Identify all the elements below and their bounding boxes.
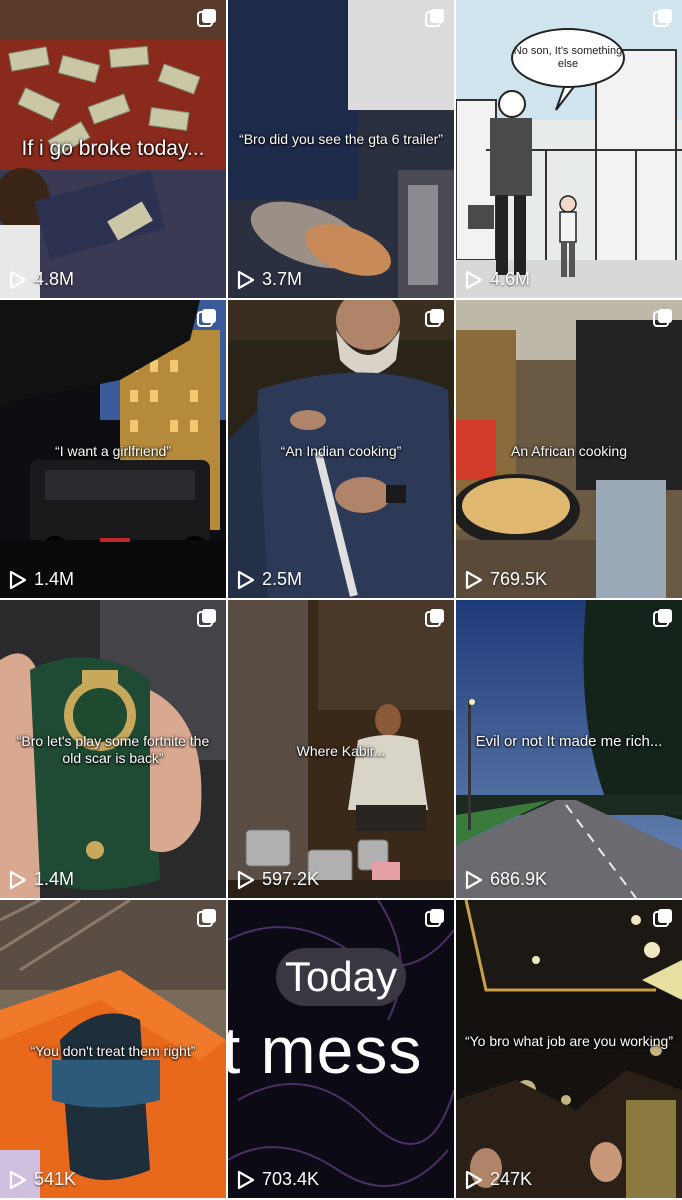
play-icon	[465, 870, 483, 889]
reel-tile[interactable]: Evil or not It made me rich... 686.9K	[456, 600, 682, 898]
view-count: 4.8M	[9, 269, 74, 290]
reel-caption: “Bro did you see the gta 6 trailer”	[239, 131, 443, 147]
reel-caption: “Yo bro what job are you working”	[464, 1033, 674, 1049]
view-count: 769.5K	[465, 569, 547, 590]
carousel-icon	[425, 9, 444, 27]
carousel-icon	[653, 609, 672, 627]
view-count-value: 2.5M	[262, 569, 303, 589]
view-count: 597.2K	[237, 869, 319, 890]
play-icon	[237, 570, 255, 589]
view-count: 703.4K	[237, 1169, 319, 1190]
reel-tile[interactable]: “Bro did you see the gta 6 trailer” 3.7M	[228, 0, 454, 298]
reel-tile[interactable]: “I want a girlfriend” 1.4M	[0, 300, 226, 598]
reel-tile[interactable]: Where Kabir... 597.2K	[228, 600, 454, 898]
speech-bubble: No son, It's something else	[511, 28, 625, 88]
carousel-icon	[425, 609, 444, 627]
reels-grid: If i go broke today... 4.8M “Bro did you…	[0, 0, 682, 1200]
view-count-value: 541K	[34, 1169, 77, 1189]
carousel-icon	[197, 9, 216, 27]
view-count: 3.7M	[237, 269, 302, 290]
play-icon	[237, 1170, 255, 1189]
view-count-value: 1.4M	[34, 569, 75, 589]
view-count-value: 597.2K	[262, 869, 320, 889]
play-icon	[237, 270, 255, 289]
play-icon	[465, 570, 483, 589]
overlay-pill: Today	[276, 948, 406, 1006]
play-icon	[9, 1170, 27, 1189]
reel-caption: “I want a girlfriend”	[55, 443, 171, 459]
view-count: 541K	[9, 1169, 76, 1190]
view-count: 1.4M	[9, 869, 74, 890]
reel-caption: Where Kabir...	[296, 743, 386, 759]
reel-tile[interactable]: An African cooking 769.5K	[456, 300, 682, 598]
thumbnail-shoes	[228, 0, 454, 298]
play-icon	[9, 870, 27, 889]
carousel-icon	[197, 609, 216, 627]
reel-caption: An African cooking	[511, 443, 627, 459]
reel-tile[interactable]: “An Indian cooking” 2.5M	[228, 300, 454, 598]
reel-tile[interactable]: Today t mess 703.4K	[228, 900, 454, 1198]
reel-tile[interactable]: “You don't treat them right” 541K	[0, 900, 226, 1198]
carousel-icon	[197, 909, 216, 927]
reel-caption: If i go broke today...	[21, 137, 205, 160]
overlay-text: t mess	[228, 1013, 423, 1087]
carousel-icon	[197, 309, 216, 327]
carousel-icon	[425, 309, 444, 327]
view-count-value: 3.7M	[262, 269, 303, 289]
reel-tile[interactable]: No son, It's something else 4.6M	[456, 0, 682, 298]
play-icon	[9, 270, 27, 289]
view-count-value: 686.9K	[490, 869, 548, 889]
reel-caption: “Bro let's play some fortnite the old sc…	[16, 733, 210, 766]
play-icon	[9, 570, 27, 589]
view-count: 247K	[465, 1169, 532, 1190]
view-count-value: 247K	[490, 1169, 533, 1189]
carousel-icon	[653, 909, 672, 927]
play-icon	[465, 1170, 483, 1189]
reel-tile[interactable]: If i go broke today... 4.8M	[0, 0, 226, 298]
view-count-value: 1.4M	[34, 869, 75, 889]
carousel-icon	[653, 309, 672, 327]
view-count: 1.4M	[9, 569, 74, 590]
view-count-value: 769.5K	[490, 569, 548, 589]
reel-caption: “An Indian cooking”	[280, 443, 402, 459]
reel-caption: “You don't treat them right”	[30, 1043, 196, 1059]
reel-caption: Evil or not It made me rich...	[475, 733, 663, 750]
reel-tile[interactable]: “Yo bro what job are you working” 247K	[456, 900, 682, 1198]
play-icon	[465, 270, 483, 289]
view-count-value: 4.6M	[490, 269, 531, 289]
reel-tile[interactable]: “Bro let's play some fortnite the old sc…	[0, 600, 226, 898]
play-icon	[237, 870, 255, 889]
carousel-icon	[425, 909, 444, 927]
view-count: 2.5M	[237, 569, 302, 590]
view-count-value: 4.8M	[34, 269, 75, 289]
view-count: 686.9K	[465, 869, 547, 890]
view-count-value: 703.4K	[262, 1169, 320, 1189]
view-count: 4.6M	[465, 269, 530, 290]
carousel-icon	[653, 9, 672, 27]
